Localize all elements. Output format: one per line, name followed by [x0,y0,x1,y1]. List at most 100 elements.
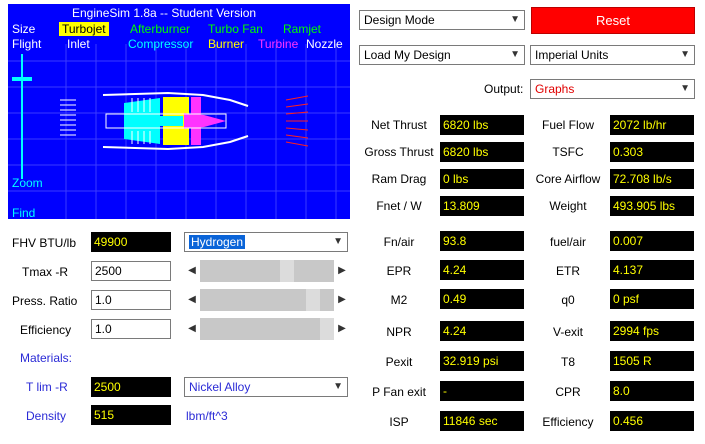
chevron-right-icon[interactable]: ▶ [336,260,348,282]
efficiency-result-value: 0.456 [610,411,694,431]
fhv-value: 49900 [91,232,171,252]
design-select-value: Load My Design [364,48,451,62]
p-fan-exit-value: - [440,381,524,401]
q0-value: 0 psf [610,289,694,309]
fuel-select-value: Hydrogen [189,235,246,249]
type-turbofan[interactable]: Turbo Fan [208,22,263,36]
fnet-w-label: Fnet / W [376,199,422,213]
chevron-down-icon: ▼ [333,236,343,247]
type-afterburner[interactable]: Afterburner [130,22,190,36]
t8-label: T8 [560,355,575,369]
output-select[interactable]: Graphs ▼ [530,79,695,99]
fuel-select[interactable]: Hydrogen ▼ [184,232,348,252]
component-nozzle[interactable]: Nozzle [306,37,343,51]
chevron-left-icon[interactable]: ◀ [186,289,198,311]
fn-air-label: Fn/air [383,235,415,249]
fuel-air-label: fuel/air [549,235,587,249]
flight-label[interactable]: Flight [12,37,41,51]
units-select[interactable]: Imperial Units ▼ [530,45,695,65]
design-select[interactable]: Load My Design ▼ [359,45,525,65]
pexit-label: Pexit [385,355,413,369]
density-value: 515 [91,405,171,425]
slider-track[interactable] [200,318,334,340]
slider-track[interactable] [200,289,334,311]
p-fan-exit-label: P Fan exit [372,385,426,399]
find-button[interactable]: Find [12,206,35,219]
engine-view-panel[interactable]: EngineSim 1.8a -- Student Version Size F… [8,4,350,219]
tmax-label: Tmax -R [22,265,68,279]
net-thrust-label: Net Thrust [371,118,427,132]
net-thrust-value: 6820 lbs [440,115,524,135]
npr-label: NPR [386,325,412,339]
chevron-down-icon: ▼ [680,83,690,94]
fuel-flow-label: Fuel Flow [541,118,594,132]
weight-label: Weight [549,199,587,213]
etr-value: 4.137 [610,260,694,280]
isp-label: ISP [389,415,409,429]
efficiency-result-label: Efficiency [542,415,594,429]
epr-value: 4.24 [440,260,524,280]
zoom-label: Zoom [12,176,43,190]
material-select-value: Nickel Alloy [189,380,251,394]
chevron-left-icon[interactable]: ◀ [186,260,198,282]
epr-label: EPR [386,264,412,278]
cpr-label: CPR [555,385,581,399]
fn-air-value: 93.8 [440,231,524,251]
weight-value: 493.905 lbs [610,196,694,216]
chevron-right-icon[interactable]: ▶ [336,289,348,311]
efficiency-input[interactable]: 1.0 [91,319,171,339]
tlim-value: 2500 [91,377,171,397]
slider-thumb[interactable] [306,289,320,311]
output-select-value: Graphs [535,82,575,96]
m2-label: M2 [390,293,408,307]
reset-button[interactable]: Reset [531,7,695,34]
tlim-label: T lim -R [26,380,68,394]
gross-thrust-value: 6820 lbs [440,142,524,162]
material-select[interactable]: Nickel Alloy ▼ [184,377,348,397]
density-unit: lbm/ft^3 [186,409,228,423]
component-burner[interactable]: Burner [208,37,244,51]
slider-track[interactable] [200,260,334,282]
density-label: Density [26,409,67,423]
press-ratio-label: Press. Ratio [12,294,78,308]
press-ratio-input[interactable]: 1.0 [91,290,171,310]
isp-value: 11846 sec [440,411,524,431]
tmax-slider[interactable]: ◀ ▶ [186,260,348,282]
component-inlet[interactable]: Inlet [67,37,90,51]
mode-select-value: Design Mode [364,13,435,27]
npr-value: 4.24 [440,321,524,341]
q0-label: q0 [561,293,575,307]
etr-label: ETR [556,264,580,278]
zoom-thumb [12,77,32,81]
fnet-w-value: 13.809 [440,196,524,216]
chevron-left-icon[interactable]: ◀ [186,318,198,340]
size-label[interactable]: Size [12,22,35,36]
chevron-down-icon: ▼ [680,49,690,60]
tsfc-value: 0.303 [610,142,694,162]
m2-value: 0.49 [440,289,524,309]
tsfc-label: TSFC [552,145,584,159]
type-turbojet[interactable]: Turbojet [59,22,109,36]
app-title: EngineSim 1.8a -- Student Version [72,6,257,20]
type-ramjet[interactable]: Ramjet [283,22,321,36]
slider-thumb[interactable] [320,318,334,340]
v-exit-value: 2994 fps [610,321,694,341]
v-exit-label: V-exit [552,325,583,339]
efficiency-slider[interactable]: ◀ ▶ [186,318,348,340]
press-ratio-slider[interactable]: ◀ ▶ [186,289,348,311]
fhv-label: FHV BTU/lb [12,236,77,250]
chevron-down-icon: ▼ [510,14,520,25]
ram-drag-value: 0 lbs [440,169,524,189]
component-compressor[interactable]: Compressor [128,37,193,51]
cpr-value: 8.0 [610,381,694,401]
fuel-air-value: 0.007 [610,231,694,251]
t8-value: 1505 R [610,351,694,371]
chevron-down-icon: ▼ [510,49,520,60]
tmax-input[interactable]: 2500 [91,261,171,281]
component-turbine[interactable]: Turbine [258,37,298,51]
chevron-right-icon[interactable]: ▶ [336,318,348,340]
slider-thumb[interactable] [280,260,294,282]
fuel-flow-value: 2072 lb/hr [610,115,694,135]
mode-select[interactable]: Design Mode ▼ [359,10,525,30]
output-label: Output: [484,82,524,96]
